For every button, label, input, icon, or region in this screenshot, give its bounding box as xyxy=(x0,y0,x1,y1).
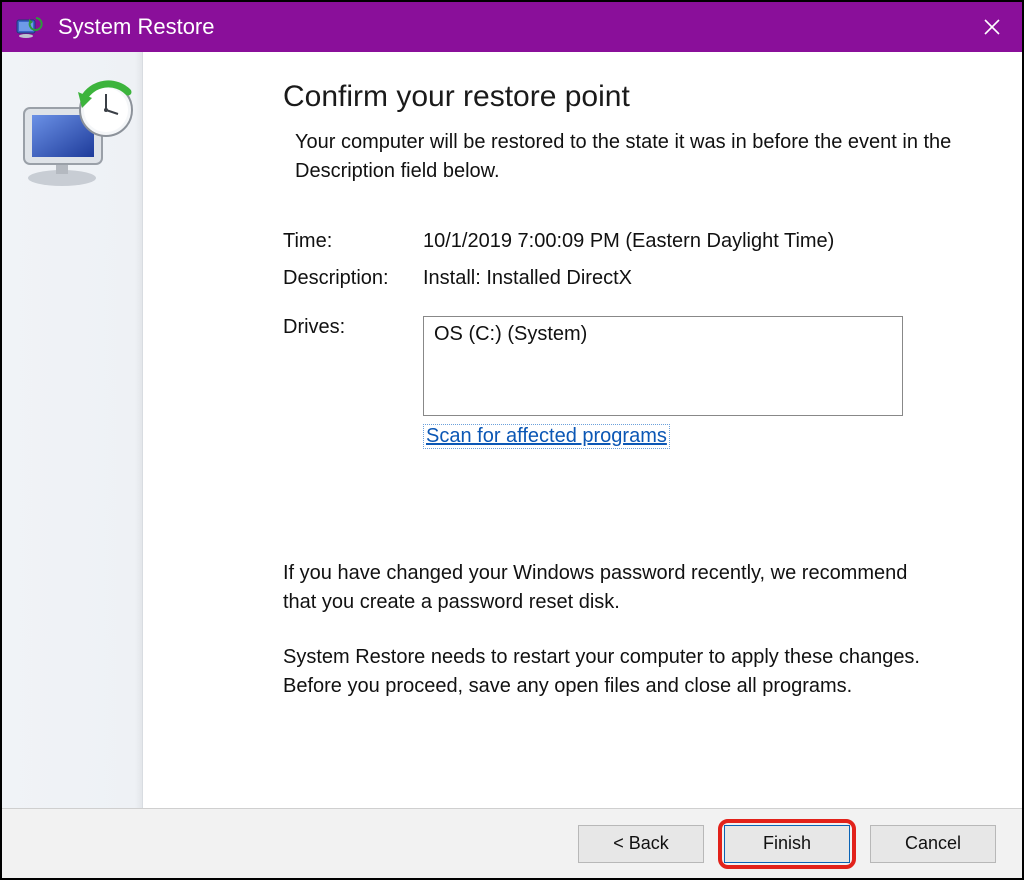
time-row: Time: 10/1/2019 7:00:09 PM (Eastern Dayl… xyxy=(283,230,974,253)
titlebar: System Restore xyxy=(2,2,1022,52)
scan-affected-programs-link[interactable]: Scan for affected programs xyxy=(423,424,670,449)
finish-button-highlight: Finish xyxy=(718,819,856,869)
dialog-body: Confirm your restore point Your computer… xyxy=(2,52,1022,808)
description-label: Description: xyxy=(283,267,423,290)
notes-section: If you have changed your Windows passwor… xyxy=(283,559,974,701)
description-row: Description: Install: Installed DirectX xyxy=(283,267,974,290)
dialog-footer: < Back Finish Cancel xyxy=(2,808,1022,878)
window-title: System Restore xyxy=(58,14,215,40)
cancel-button[interactable]: Cancel xyxy=(870,825,996,863)
close-icon xyxy=(983,18,1001,36)
wizard-sidebar xyxy=(2,52,143,808)
page-heading: Confirm your restore point xyxy=(283,80,974,114)
drives-row: Drives: OS (C:) (System) Scan for affect… xyxy=(283,316,974,449)
intro-text: Your computer will be restored to the st… xyxy=(283,128,974,186)
restore-illustration-icon xyxy=(2,80,142,190)
back-button[interactable]: < Back xyxy=(578,825,704,863)
time-value: 10/1/2019 7:00:09 PM (Eastern Daylight T… xyxy=(423,230,974,253)
restart-note: System Restore needs to restart your com… xyxy=(283,643,944,701)
wizard-content: Confirm your restore point Your computer… xyxy=(143,52,1022,808)
password-note: If you have changed your Windows passwor… xyxy=(283,559,944,617)
drives-item: OS (C:) (System) xyxy=(434,323,587,345)
system-restore-icon xyxy=(16,15,44,39)
drives-listbox[interactable]: OS (C:) (System) xyxy=(423,316,903,416)
drives-label: Drives: xyxy=(283,316,423,339)
dialog-window: System Restore xyxy=(0,0,1024,880)
close-button[interactable] xyxy=(962,2,1022,52)
description-value: Install: Installed DirectX xyxy=(423,267,974,290)
finish-button[interactable]: Finish xyxy=(724,825,850,863)
time-label: Time: xyxy=(283,230,423,253)
